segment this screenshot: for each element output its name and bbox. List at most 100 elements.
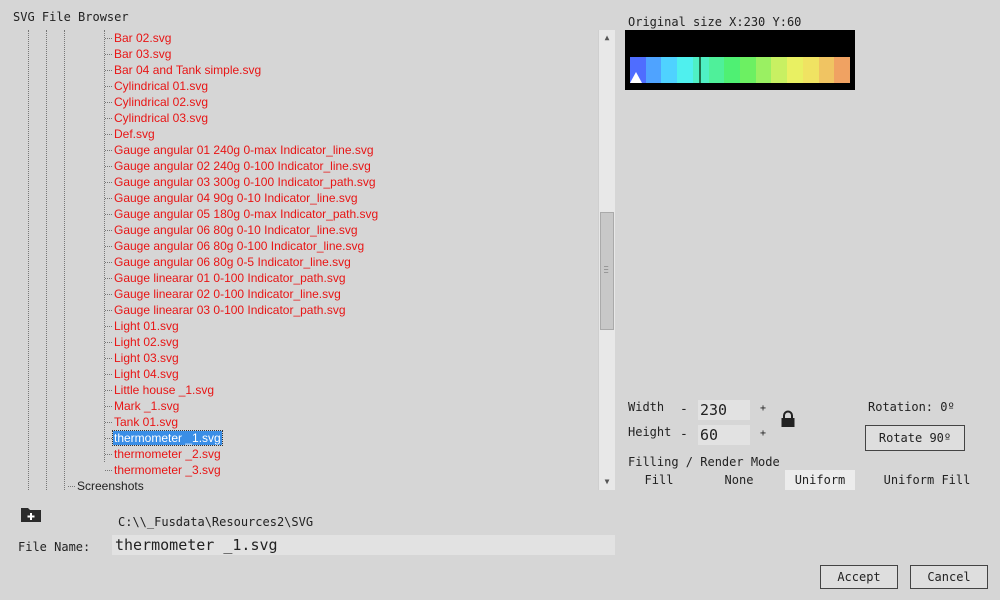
window-title: SVG File Browser [13, 10, 129, 24]
tree-file-item[interactable]: Light 03.svg [105, 350, 180, 366]
tree-connector [105, 374, 112, 375]
height-decrement-button[interactable]: - [680, 427, 688, 442]
tree-file-item[interactable]: Light 01.svg [105, 318, 180, 334]
tree-file-item[interactable]: Gauge angular 06 80g 0-5 Indicator_line.… [105, 254, 352, 270]
mode-fill-option[interactable]: Fill [628, 470, 690, 490]
filename-label: File Name: [18, 540, 91, 554]
tree-file-label: Gauge angular 06 80g 0-100 Indicator_lin… [114, 239, 365, 253]
tree-file-item[interactable]: Cylindrical 03.svg [105, 110, 209, 126]
tree-file-item[interactable]: Cylindrical 02.svg [105, 94, 209, 110]
width-field[interactable]: 230 [698, 400, 750, 420]
mode-none-option[interactable]: None [708, 470, 770, 490]
tree-file-label: Light 03.svg [114, 351, 179, 365]
tree-file-item[interactable]: Bar 02.svg [105, 30, 172, 46]
tree-file-item[interactable]: Cylindrical 01.svg [105, 78, 209, 94]
tree-file-item[interactable]: Gauge linearar 03 0-100 Indicator_path.s… [105, 302, 347, 318]
tree-file-item[interactable]: Gauge angular 06 80g 0-100 Indicator_lin… [105, 238, 365, 254]
scroll-thumb[interactable]: — — — [600, 212, 614, 330]
preview-bar-segment [645, 57, 662, 83]
height-increment-button[interactable]: + [760, 428, 766, 439]
tree-file-label: Gauge angular 02 240g 0-100 Indicator_li… [114, 159, 371, 173]
accept-button[interactable]: Accept [820, 565, 898, 589]
tree-connector [105, 246, 112, 247]
tree-file-label: Def.svg [114, 127, 155, 141]
tree-file-label: thermometer _1.svg [112, 430, 223, 446]
tree-file-item[interactable]: Gauge angular 04 90g 0-10 Indicator_line… [105, 190, 359, 206]
preview-bar-segment [661, 57, 678, 83]
lock-icon[interactable] [780, 410, 796, 428]
preview-bar-segment [771, 57, 788, 83]
tree-file-item[interactable]: Bar 04 and Tank simple.svg [105, 62, 262, 78]
tree-file-item[interactable]: Light 02.svg [105, 334, 180, 350]
tree-connector [105, 166, 112, 167]
tree-file-item[interactable]: Def.svg [105, 126, 156, 142]
width-decrement-button[interactable]: - [680, 402, 688, 417]
preview-bar-segment [677, 57, 693, 83]
tree-file-item[interactable]: thermometer _1.svg [105, 430, 223, 446]
tree-file-item[interactable]: Gauge angular 01 240g 0-max Indicator_li… [105, 142, 375, 158]
scroll-up-arrow-icon[interactable]: ▲ [599, 30, 615, 46]
tree-connector [105, 70, 112, 71]
preview-cursor-line [699, 57, 701, 83]
rotation-text: Rotation: 0º [868, 400, 955, 414]
current-path: C:\\_Fusdata\Resources2\SVG [118, 515, 314, 529]
tree-scrollbar[interactable]: ▲ — — — ▼ [598, 30, 615, 490]
tree-file-label: thermometer _3.svg [114, 463, 221, 477]
tree-file-item[interactable]: Gauge linearar 01 0-100 Indicator_path.s… [105, 270, 347, 286]
mode-uniform-option[interactable]: Uniform [785, 470, 855, 490]
tree-file-item[interactable]: Mark _1.svg [105, 398, 180, 414]
tree-connector [105, 358, 112, 359]
cancel-button[interactable]: Cancel [910, 565, 988, 589]
tree-connector [105, 422, 112, 423]
tree-connector [105, 182, 112, 183]
tree-connector [105, 118, 112, 119]
tree-file-label: Gauge angular 03 300g 0-100 Indicator_pa… [114, 175, 376, 189]
width-increment-button[interactable]: + [760, 403, 766, 414]
new-folder-icon[interactable] [20, 505, 42, 523]
scroll-down-arrow-icon[interactable]: ▼ [599, 474, 615, 490]
tree-file-label: Bar 04 and Tank simple.svg [114, 63, 262, 77]
tree-file-item[interactable]: Gauge angular 06 80g 0-10 Indicator_line… [105, 222, 359, 238]
tree-file-item[interactable]: Gauge linearar 02 0-100 Indicator_line.s… [105, 286, 342, 302]
tree-file-item[interactable]: Gauge angular 03 300g 0-100 Indicator_pa… [105, 174, 377, 190]
tree-file-item[interactable]: Bar 03.svg [105, 46, 172, 62]
preview-bar-segment [740, 57, 756, 83]
filename-input[interactable] [112, 535, 615, 555]
tree-file-item[interactable]: Little house _1.svg [105, 382, 215, 398]
preview-marker-icon [630, 72, 642, 83]
tree-connector [105, 86, 112, 87]
tree-file-item[interactable]: thermometer _3.svg [105, 462, 222, 478]
tree-guide-line [46, 30, 47, 490]
tree-connector [105, 454, 112, 455]
tree-connector [105, 390, 112, 391]
preview-size-text: Original size X:230 Y:60 [628, 15, 802, 29]
tree-connector [68, 486, 75, 487]
tree-file-item[interactable]: Tank 01.svg [105, 414, 179, 430]
tree-connector [105, 406, 112, 407]
rotate-button[interactable]: Rotate 90º [865, 425, 965, 451]
preview-bar-segment [724, 57, 741, 83]
preview-bar-segment [834, 57, 851, 83]
tree-connector [105, 294, 112, 295]
height-field[interactable]: 60 [698, 425, 750, 445]
tree-file-label: thermometer _2.svg [114, 447, 221, 461]
tree-file-label: Mark _1.svg [114, 399, 180, 413]
file-tree[interactable]: Bar 02.svg Bar 03.svg Bar 04 and Tank simp… [12, 30, 615, 490]
preview-bar-segment [818, 57, 835, 83]
tree-connector [105, 214, 112, 215]
tree-file-label: Cylindrical 02.svg [114, 95, 209, 109]
tree-file-label: Cylindrical 01.svg [114, 79, 209, 93]
tree-folder-item[interactable]: Screenshots [68, 478, 145, 490]
mode-uniform-fill-option[interactable]: Uniform Fill [878, 470, 976, 490]
tree-connector [105, 310, 112, 311]
tree-connector [105, 470, 112, 471]
tree-file-item[interactable]: Light 04.svg [105, 366, 180, 382]
tree-file-item[interactable]: Gauge angular 02 240g 0-100 Indicator_li… [105, 158, 372, 174]
tree-connector [105, 102, 112, 103]
tree-file-label: Light 04.svg [114, 367, 179, 381]
tree-connector [105, 230, 112, 231]
tree-file-item[interactable]: Gauge angular 05 180g 0-max Indicator_pa… [105, 206, 379, 222]
tree-file-item[interactable]: thermometer _2.svg [105, 446, 222, 462]
tree-connector [105, 278, 112, 279]
render-mode-title: Filling / Render Mode [628, 455, 780, 469]
